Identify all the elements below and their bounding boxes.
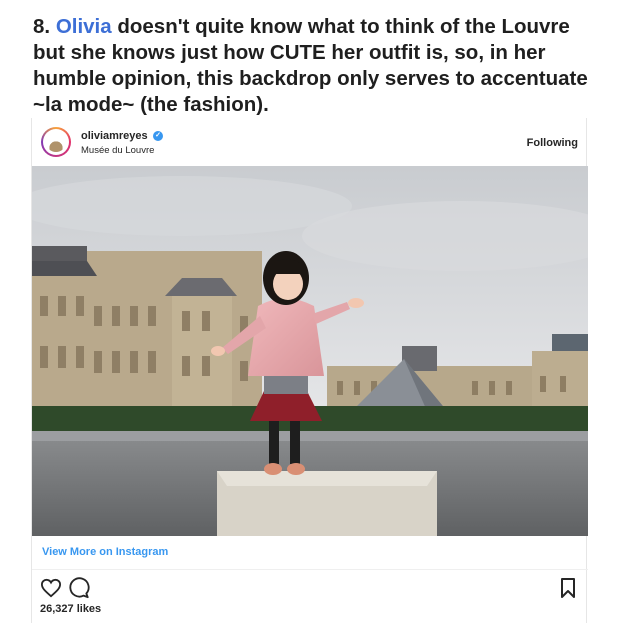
view-more-link[interactable]: View More on Instagram xyxy=(42,546,168,558)
article-headline: 8. Olivia doesn't quite know what to thi… xyxy=(33,14,603,118)
bookmark-icon[interactable] xyxy=(560,578,576,598)
verified-icon: ✓ xyxy=(153,131,163,141)
username-link[interactable]: oliviamreyes xyxy=(81,130,148,142)
headline-number: 8. xyxy=(33,15,51,38)
post-photo[interactable] xyxy=(32,166,588,536)
instagram-embed: oliviamreyes ✓ Musée du Louvre Following xyxy=(31,118,588,623)
louvre-photo-illustration xyxy=(32,166,588,536)
comment-icon[interactable] xyxy=(68,577,90,599)
heart-icon[interactable] xyxy=(40,578,62,598)
embed-header: oliviamreyes ✓ Musée du Louvre Following xyxy=(32,118,588,166)
likes-count: 26,327 likes xyxy=(40,603,102,615)
following-button[interactable]: Following xyxy=(527,137,578,149)
olivia-link[interactable]: Olivia xyxy=(56,15,112,38)
avatar-image[interactable] xyxy=(46,132,66,152)
headline-text: doesn't quite know what to think of the … xyxy=(33,15,588,116)
divider xyxy=(32,569,588,570)
location-link[interactable]: Musée du Louvre xyxy=(81,145,154,156)
